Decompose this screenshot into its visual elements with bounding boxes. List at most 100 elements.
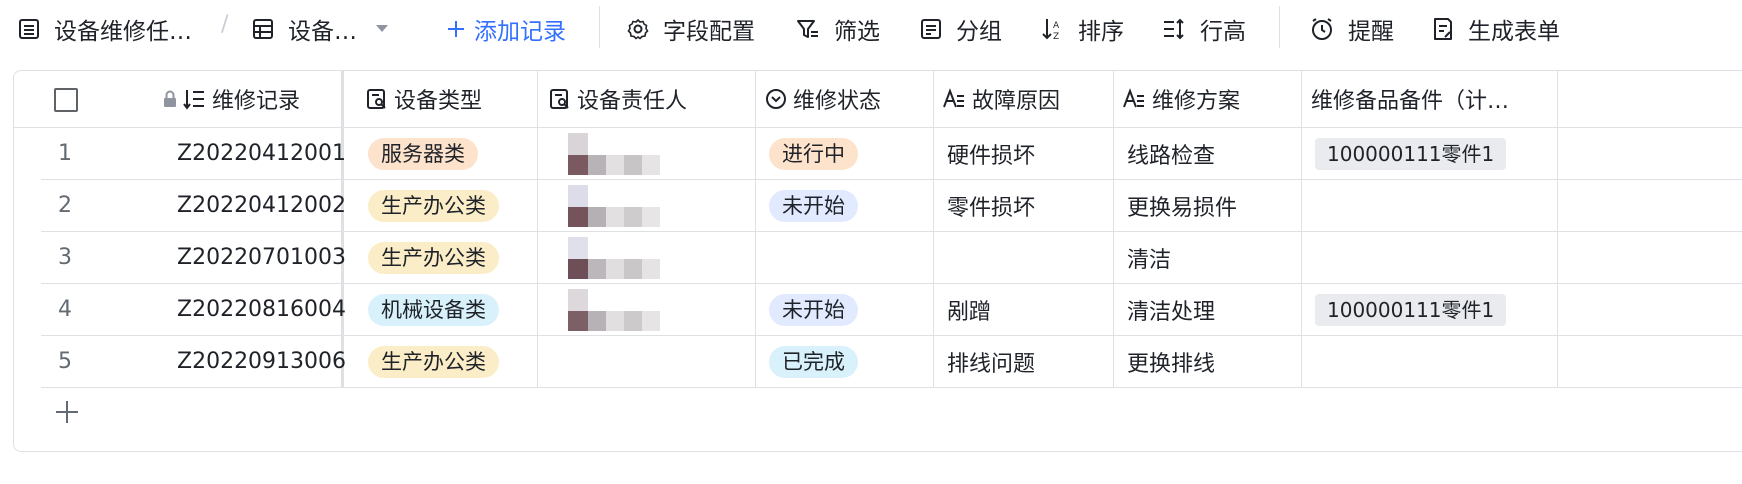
device-type-cell[interactable]: 生产办公类 (368, 232, 499, 283)
status-cell[interactable]: 未开始 (769, 180, 858, 231)
group-icon (920, 18, 942, 40)
filter-icon (796, 18, 820, 40)
field-config-button[interactable]: 字段配置 (627, 0, 755, 58)
column-header-parts[interactable]: 维修备品备件（计… (1311, 71, 1509, 127)
fault-cell[interactable]: 排线问题 (947, 336, 1035, 387)
status-badge: 未开始 (769, 293, 858, 326)
device-type-tag: 生产办公类 (368, 241, 499, 274)
add-record-label: 添加记录 (474, 19, 566, 45)
group-button[interactable]: 分组 (920, 0, 1002, 58)
lock-icon (162, 90, 178, 108)
record-id[interactable]: Z20220412001 (177, 128, 346, 179)
parts-cell[interactable]: 100000111零件1 (1315, 128, 1507, 179)
record-id[interactable]: Z20220412002 (177, 180, 346, 231)
fault-cell[interactable]: 剐蹭 (947, 284, 991, 335)
column-header-status[interactable]: 维修状态 (765, 71, 881, 127)
reminder-button[interactable]: 提醒 (1310, 0, 1394, 58)
plus-icon (446, 19, 466, 39)
table-name-tab[interactable]: 设备维修任… (18, 0, 192, 58)
toolbar-divider (599, 6, 600, 48)
filter-label: 筛选 (834, 19, 880, 45)
sort-button[interactable]: AZ 排序 (1040, 0, 1124, 58)
sort-label: 排序 (1078, 19, 1124, 45)
sort-icon: AZ (1040, 17, 1064, 41)
device-type-cell[interactable]: 机械设备类 (368, 284, 499, 335)
lookup-icon (366, 88, 388, 110)
parts-cell[interactable]: 100000111零件1 (1315, 284, 1507, 335)
single-select-icon (765, 88, 787, 110)
record-id[interactable]: Z20220816004 (177, 284, 346, 335)
column-header-record[interactable]: 维修记录 (162, 71, 300, 127)
device-type-tag: 机械设备类 (368, 293, 499, 326)
row-number: 5 (58, 349, 72, 374)
plan-cell[interactable]: 更换易损件 (1127, 180, 1237, 231)
column-header-plan[interactable]: 维修方案 (1122, 71, 1240, 127)
chevron-down-icon (375, 24, 389, 34)
toolbar-divider (1279, 6, 1280, 48)
svg-text:Z: Z (1053, 32, 1059, 41)
column-divider (1113, 71, 1114, 387)
add-row-button[interactable] (54, 399, 80, 425)
column-header-label: 维修状态 (793, 89, 882, 114)
text-field-icon (942, 88, 966, 110)
fault-cell[interactable]: 零件损坏 (947, 180, 1035, 231)
record-id[interactable]: Z20220701003 (177, 232, 346, 283)
data-grid: 维修记录 设备类型 设备责任人 维修状态 故障原因 维修方案 维修备品备件（计… (13, 70, 1742, 452)
plan-cell[interactable]: 更换排线 (1127, 336, 1215, 387)
device-type-tag: 生产办公类 (368, 189, 499, 222)
plan-cell[interactable]: 线路检查 (1127, 128, 1215, 179)
column-header-label: 维修备品备件（计… (1311, 89, 1510, 114)
text-field-icon (1122, 88, 1146, 110)
column-header-label: 设备类型 (394, 89, 483, 114)
grid-view-icon (252, 18, 274, 40)
device-type-cell[interactable]: 服务器类 (368, 128, 478, 179)
column-divider (933, 71, 934, 387)
lookup-icon (549, 88, 571, 110)
column-header-fault[interactable]: 故障原因 (942, 71, 1060, 127)
status-badge: 已完成 (769, 345, 858, 378)
column-header-label: 故障原因 (972, 89, 1061, 114)
record-id[interactable]: Z20220913006 (177, 336, 346, 387)
device-type-tag: 服务器类 (368, 137, 478, 170)
row-height-button[interactable]: 行高 (1162, 0, 1246, 58)
plan-cell[interactable]: 清洁 (1127, 232, 1171, 283)
table-icon (18, 18, 40, 40)
parts-chip: 100000111零件1 (1315, 137, 1507, 170)
row-divider (41, 387, 1742, 388)
parts-chip: 100000111零件1 (1315, 293, 1507, 326)
generate-form-button[interactable]: 生成表单 (1432, 0, 1560, 58)
toolbar: 设备维修任… / 设备… 添加记录 字段配置 筛选 分组 A Z 排序 行高 提… (0, 0, 1742, 58)
redacted-owner-cells (550, 129, 686, 335)
row-number: 4 (58, 297, 72, 322)
status-badge: 进行中 (769, 137, 858, 170)
status-cell[interactable]: 进行中 (769, 128, 858, 179)
select-all-checkbox[interactable] (54, 88, 78, 112)
clock-icon (1310, 17, 1334, 41)
generate-form-label: 生成表单 (1468, 19, 1560, 45)
column-header-label: 维修方案 (1152, 89, 1241, 114)
fault-cell[interactable]: 硬件损坏 (947, 128, 1035, 179)
status-badge: 未开始 (769, 189, 858, 222)
gear-icon (627, 18, 649, 40)
device-type-cell[interactable]: 生产办公类 (368, 336, 499, 387)
column-header-label: 设备责任人 (577, 89, 688, 114)
filter-button[interactable]: 筛选 (796, 0, 880, 58)
column-divider (755, 71, 756, 387)
column-header-device-type[interactable]: 设备类型 (366, 71, 482, 127)
add-record-button[interactable]: 添加记录 (446, 0, 566, 58)
plus-icon (56, 401, 78, 423)
column-header-owner[interactable]: 设备责任人 (549, 71, 687, 127)
row-number: 1 (58, 141, 72, 166)
status-cell[interactable]: 已完成 (769, 336, 858, 387)
reminder-label: 提醒 (1348, 19, 1394, 45)
breadcrumb-separator: / (221, 12, 229, 37)
view-switcher[interactable]: 设备… (252, 0, 389, 58)
device-type-cell[interactable]: 生产办公类 (368, 180, 499, 231)
row-number: 3 (58, 245, 72, 270)
auto-number-icon (182, 88, 206, 110)
status-cell[interactable]: 未开始 (769, 284, 858, 335)
plan-cell[interactable]: 清洁处理 (1127, 284, 1215, 335)
column-header-label: 维修记录 (212, 89, 301, 114)
device-type-tag: 生产办公类 (368, 345, 499, 378)
column-divider (537, 71, 538, 387)
